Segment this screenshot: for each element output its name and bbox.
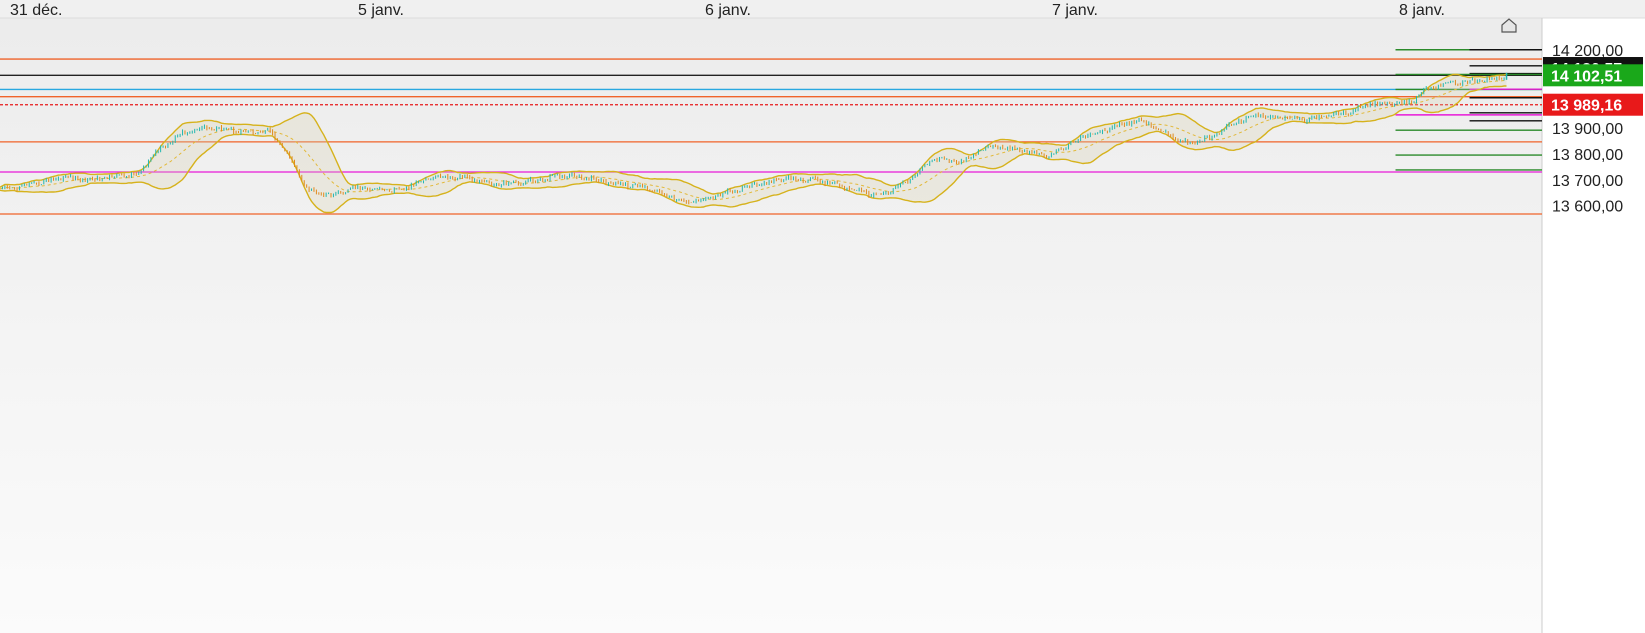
chart-canvas[interactable]: 31 déc. 5 janv. 6 janv. 7 janv. 8 janv. 14 2…	[0, 0, 1645, 633]
price-chart[interactable]: 31 déc. 5 janv. 6 janv. 7 janv. 8 janv. 14 2…	[0, 0, 1645, 633]
price-tag-label: 14 102,51	[1551, 68, 1622, 85]
x-tick-label: 31 déc.	[10, 2, 62, 19]
y-tick-label: 13 600,00	[1552, 199, 1623, 216]
x-tick-label: 8 janv.	[1399, 2, 1445, 19]
x-tick-label: 6 janv.	[705, 2, 751, 19]
x-tick-label: 7 janv.	[1052, 2, 1098, 19]
x-tick-label: 5 janv.	[358, 2, 404, 19]
y-tick-label: 13 800,00	[1552, 147, 1623, 164]
y-tick-label: 13 700,00	[1552, 173, 1623, 190]
price-tags: 14 130,5714 102,5113 989,16	[1543, 57, 1643, 116]
price-tag-label: 13 989,16	[1551, 98, 1622, 115]
plot-background	[0, 18, 1542, 633]
y-tick-label: 13 900,00	[1552, 121, 1623, 138]
